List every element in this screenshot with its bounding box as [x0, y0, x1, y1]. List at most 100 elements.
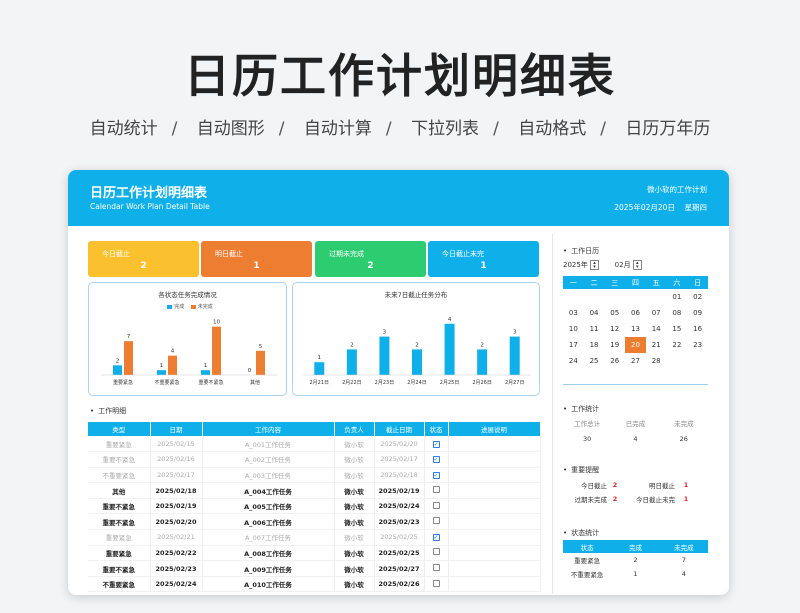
progress-note-cell[interactable]	[448, 513, 541, 531]
due-cell[interactable]: 2025/02/20	[374, 436, 425, 453]
task-cell[interactable]: A_006工作任务	[202, 513, 335, 531]
status-checkbox[interactable]	[432, 486, 440, 494]
calendar-day[interactable]: 05	[604, 305, 625, 321]
column-header[interactable]: 类型	[88, 422, 151, 436]
owner-cell[interactable]: 微小软	[334, 529, 375, 546]
status-checkbox[interactable]	[432, 501, 440, 509]
progress-note-cell[interactable]	[448, 498, 541, 515]
year-value[interactable]: 2025	[563, 261, 581, 269]
status-cell[interactable]	[424, 513, 449, 531]
status-cell[interactable]	[424, 482, 449, 499]
column-header[interactable]: 状态	[424, 422, 449, 436]
calendar-day[interactable]: 10	[563, 321, 584, 337]
column-header[interactable]: 负责人	[334, 422, 375, 436]
owner-cell[interactable]: 微小软	[334, 467, 375, 484]
progress-note-cell[interactable]	[448, 560, 541, 577]
calendar-day[interactable]: 27	[625, 353, 646, 369]
progress-note-cell[interactable]	[448, 545, 541, 562]
task-cell[interactable]: A_005工作任务	[202, 498, 335, 515]
status-checkbox[interactable]	[432, 579, 440, 587]
calendar-day[interactable]: 01	[667, 289, 688, 305]
owner-cell[interactable]: 微小软	[334, 482, 375, 499]
status-cell[interactable]: ✓	[424, 436, 449, 453]
date-cell[interactable]: 2025/02/21	[150, 529, 203, 546]
calendar-day[interactable]: 25	[584, 353, 605, 369]
table-row[interactable]: 重要紧急 2025/02/22 A_008工作任务 微小软 2025/02/25	[88, 545, 541, 562]
calendar-day[interactable]: 17	[563, 337, 584, 353]
column-header[interactable]: 进展说明	[448, 422, 541, 436]
status-checkbox[interactable]: ✓	[432, 456, 440, 464]
calendar-day[interactable]: 19	[604, 337, 625, 353]
type-cell[interactable]: 重要不紧急	[88, 498, 151, 515]
table-row[interactable]: 重要不紧急 2025/02/20 A_006工作任务 微小软 2025/02/23	[88, 513, 541, 531]
task-cell[interactable]: A_007工作任务	[202, 529, 335, 546]
due-cell[interactable]: 2025/02/26	[374, 576, 425, 593]
owner-cell[interactable]: 微小软	[334, 576, 375, 593]
calendar-day[interactable]: 23	[687, 337, 708, 353]
task-cell[interactable]: A_003工作任务	[202, 467, 335, 484]
date-cell[interactable]: 2025/02/20	[150, 513, 203, 531]
progress-note-cell[interactable]	[448, 451, 541, 468]
table-row[interactable]: 其他 2025/02/18 A_004工作任务 微小软 2025/02/19	[88, 482, 541, 499]
task-cell[interactable]: A_002工作任务	[202, 451, 335, 468]
month-spinner[interactable]: ▴ ▾	[632, 260, 642, 270]
task-cell[interactable]: A_010工作任务	[202, 576, 335, 593]
type-cell[interactable]: 重要不紧急	[88, 451, 151, 468]
calendar-day[interactable]: 04	[584, 305, 605, 321]
owner-cell[interactable]: 微小软	[334, 513, 375, 531]
progress-note-cell[interactable]	[448, 467, 541, 484]
progress-note-cell[interactable]	[448, 436, 541, 453]
calendar-day[interactable]: 11	[584, 321, 605, 337]
table-row[interactable]: 不重要紧急 2025/02/24 A_010工作任务 微小软 2025/02/26	[88, 576, 541, 593]
type-cell[interactable]: 其他	[88, 482, 151, 499]
calendar-day[interactable]: 18	[584, 337, 605, 353]
owner-cell[interactable]: 微小软	[334, 498, 375, 515]
calendar-day[interactable]: 09	[687, 305, 708, 321]
task-cell[interactable]: A_001工作任务	[202, 436, 335, 453]
table-row[interactable]: 重要紧急 2025/02/21 A_007工作任务 微小软 2025/02/25 ✓	[88, 529, 541, 546]
calendar-day[interactable]: 12	[604, 321, 625, 337]
calendar-day[interactable]: 16	[687, 321, 708, 337]
calendar-day[interactable]: 03	[563, 305, 584, 321]
due-cell[interactable]: 2025/02/24	[374, 498, 425, 515]
status-cell[interactable]	[424, 576, 449, 593]
due-cell[interactable]: 2025/02/25	[374, 529, 425, 546]
date-cell[interactable]: 2025/02/23	[150, 560, 203, 577]
type-cell[interactable]: 重要不紧急	[88, 560, 151, 577]
type-cell[interactable]: 重要不紧急	[88, 513, 151, 531]
status-checkbox[interactable]	[432, 548, 440, 556]
date-cell[interactable]: 2025/02/24	[150, 576, 203, 593]
status-checkbox[interactable]	[432, 517, 440, 525]
table-row[interactable]: 重要不紧急 2025/02/16 A_002工作任务 微小软 2025/02/17 ✓	[88, 451, 541, 468]
status-cell[interactable]	[424, 498, 449, 515]
progress-note-cell[interactable]	[448, 482, 541, 499]
calendar-day[interactable]: 24	[563, 353, 584, 369]
status-cell[interactable]: ✓	[424, 451, 449, 468]
status-checkbox[interactable]: ✓	[432, 440, 440, 448]
due-cell[interactable]: 2025/02/27	[374, 560, 425, 577]
type-cell[interactable]: 不重要紧急	[88, 576, 151, 593]
status-cell[interactable]: ✓	[424, 529, 449, 546]
calendar-day[interactable]: 02	[687, 289, 708, 305]
status-checkbox[interactable]: ✓	[432, 471, 440, 479]
calendar-day[interactable]: 21	[646, 337, 667, 353]
month-value[interactable]: 02	[615, 261, 624, 269]
calendar-day[interactable]: 14	[646, 321, 667, 337]
calendar-day[interactable]: 26	[604, 353, 625, 369]
calendar-day[interactable]: 08	[667, 305, 688, 321]
due-cell[interactable]: 2025/02/17	[374, 451, 425, 468]
type-cell[interactable]: 重要紧急	[88, 436, 151, 453]
column-header[interactable]: 日期	[150, 422, 203, 436]
type-cell[interactable]: 重要紧急	[88, 545, 151, 562]
date-cell[interactable]: 2025/02/19	[150, 498, 203, 515]
calendar-day[interactable]: 15	[667, 321, 688, 337]
status-cell[interactable]	[424, 545, 449, 562]
date-cell[interactable]: 2025/02/16	[150, 451, 203, 468]
column-header[interactable]: 截止日期	[374, 422, 425, 436]
calendar-day[interactable]: 13	[625, 321, 646, 337]
progress-note-cell[interactable]	[448, 576, 541, 593]
type-cell[interactable]: 重要紧急	[88, 529, 151, 546]
date-cell[interactable]: 2025/02/22	[150, 545, 203, 562]
table-row[interactable]: 不重要紧急 2025/02/17 A_003工作任务 微小软 2025/02/18 ✓	[88, 467, 541, 484]
calendar-day[interactable]: 20	[625, 337, 646, 353]
